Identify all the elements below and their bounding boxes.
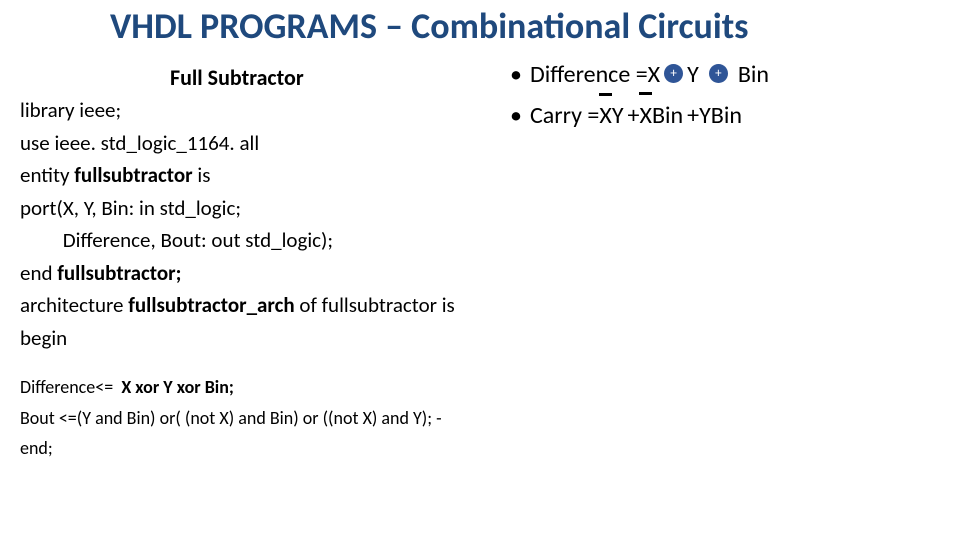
- term-xbin: X Bin: [639, 97, 683, 134]
- bin: Bin: [652, 101, 683, 130]
- x-bar: X: [639, 97, 651, 134]
- code-line: entity fullsubtractor is: [20, 159, 540, 192]
- diff-bin: Bin: [738, 56, 769, 93]
- entity-name: fullsubtractor: [74, 162, 192, 188]
- code-line: library ieee;: [20, 94, 540, 127]
- y: Y: [699, 97, 711, 134]
- subtitle: Full Subtractor: [170, 64, 304, 91]
- kw: end: [20, 260, 57, 286]
- kw: entity: [20, 162, 74, 188]
- arch-name: fullsubtractor_arch: [128, 292, 294, 318]
- diff-label: Difference =: [530, 56, 648, 93]
- slide-title: VHDL PROGRAMS – Combinational Circuits: [110, 4, 930, 48]
- carry-label: Carry =: [530, 97, 599, 134]
- code-line: end fullsubtractor;: [20, 257, 540, 290]
- code-line: Difference, Bout: out std_logic);: [20, 224, 540, 257]
- difference-formula: • Difference = X + Y + Bin: [510, 56, 940, 93]
- diff-y: Y: [687, 56, 699, 93]
- code-line: Bout <=(Y and Bin) or( (not X) and Bin) …: [20, 403, 660, 434]
- overbar-icon: [599, 93, 611, 96]
- carry-formula: • Carry = X Y + X Bin + YBin: [510, 97, 940, 134]
- entity-name: fullsubtractor;: [57, 260, 181, 286]
- xor-icon: +: [709, 64, 728, 83]
- code-line: end;: [20, 433, 660, 464]
- expr: X xor Y xor Bin;: [121, 376, 234, 398]
- x: X: [599, 101, 611, 130]
- code-line: begin: [20, 322, 540, 355]
- y: Y: [612, 101, 624, 130]
- plus: +: [628, 97, 640, 134]
- kw: of fullsubtractor is: [295, 292, 455, 318]
- bullet-icon: •: [510, 56, 522, 93]
- code-line: port(X, Y, Bin: in std_logic;: [20, 192, 540, 225]
- overbar-icon: [639, 92, 651, 95]
- x-bar: X: [599, 97, 611, 134]
- plus: +: [687, 97, 699, 134]
- term-xy: X Y: [599, 97, 623, 134]
- x: X: [639, 101, 651, 130]
- slide: VHDL PROGRAMS – Combinational Circuits F…: [0, 0, 960, 540]
- vhdl-body: Difference<= X xor Y xor Bin; Bout <=(Y …: [20, 372, 660, 464]
- assign: Difference<=: [20, 376, 121, 398]
- vhdl-code: library ieee; use ieee. std_logic_1164. …: [20, 94, 540, 354]
- xor-icon: +: [664, 64, 683, 83]
- kw: architecture: [20, 292, 128, 318]
- bin: Bin: [711, 97, 742, 134]
- code-line: Difference<= X xor Y xor Bin;: [20, 372, 660, 403]
- code-line: use ieee. std_logic_1164. all: [20, 127, 540, 160]
- code-line: architecture fullsubtractor_arch of full…: [20, 289, 540, 322]
- diff-x: X: [648, 56, 660, 93]
- formula-block: • Difference = X + Y + Bin • Carry = X Y…: [510, 56, 940, 138]
- kw: is: [193, 162, 211, 188]
